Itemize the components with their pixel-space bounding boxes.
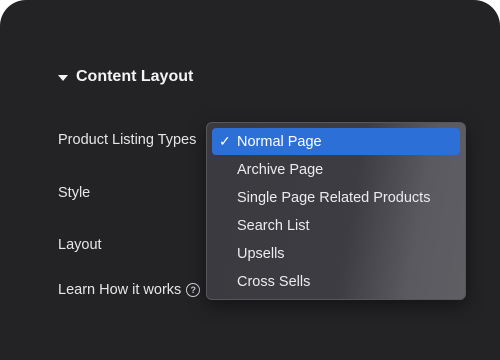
dropdown-option-normal-page[interactable]: ✓ Normal Page bbox=[212, 128, 460, 155]
section-title: Content Layout bbox=[76, 68, 194, 85]
caret-down-icon bbox=[58, 74, 68, 81]
dropdown-option-label: Single Page Related Products bbox=[237, 189, 431, 206]
dropdown-option-label: Search List bbox=[237, 217, 310, 234]
product-listing-types-label: Product Listing Types bbox=[58, 132, 197, 148]
dropdown-option-cross-sells[interactable]: Cross Sells bbox=[212, 268, 460, 295]
dropdown-option-single-page-related-products[interactable]: Single Page Related Products bbox=[212, 184, 460, 211]
dropdown-option-label: Upsells bbox=[237, 245, 285, 262]
dropdown-option-search-list[interactable]: Search List bbox=[212, 212, 460, 239]
learn-how-it-works-link[interactable]: Learn How it works ? bbox=[58, 282, 201, 298]
checkmark-icon: ✓ bbox=[219, 133, 231, 149]
content-layout-section-toggle[interactable]: Content Layout bbox=[58, 68, 193, 86]
settings-panel: Content Layout Product Listing Types Sty… bbox=[0, 0, 500, 360]
dropdown-option-upsells[interactable]: Upsells bbox=[212, 240, 460, 267]
dropdown-option-label: Cross Sells bbox=[237, 273, 311, 290]
layout-label: Layout bbox=[58, 237, 102, 253]
style-label: Style bbox=[58, 185, 91, 201]
learn-how-it-works-text: Learn How it works bbox=[58, 282, 182, 298]
help-icon[interactable]: ? bbox=[186, 283, 201, 297]
product-listing-types-dropdown[interactable]: ✓ Normal Page Archive Page Single Page R… bbox=[206, 122, 466, 300]
dropdown-option-label: Normal Page bbox=[237, 133, 322, 150]
dropdown-option-archive-page[interactable]: Archive Page bbox=[212, 156, 460, 183]
dropdown-option-label: Archive Page bbox=[237, 161, 324, 178]
